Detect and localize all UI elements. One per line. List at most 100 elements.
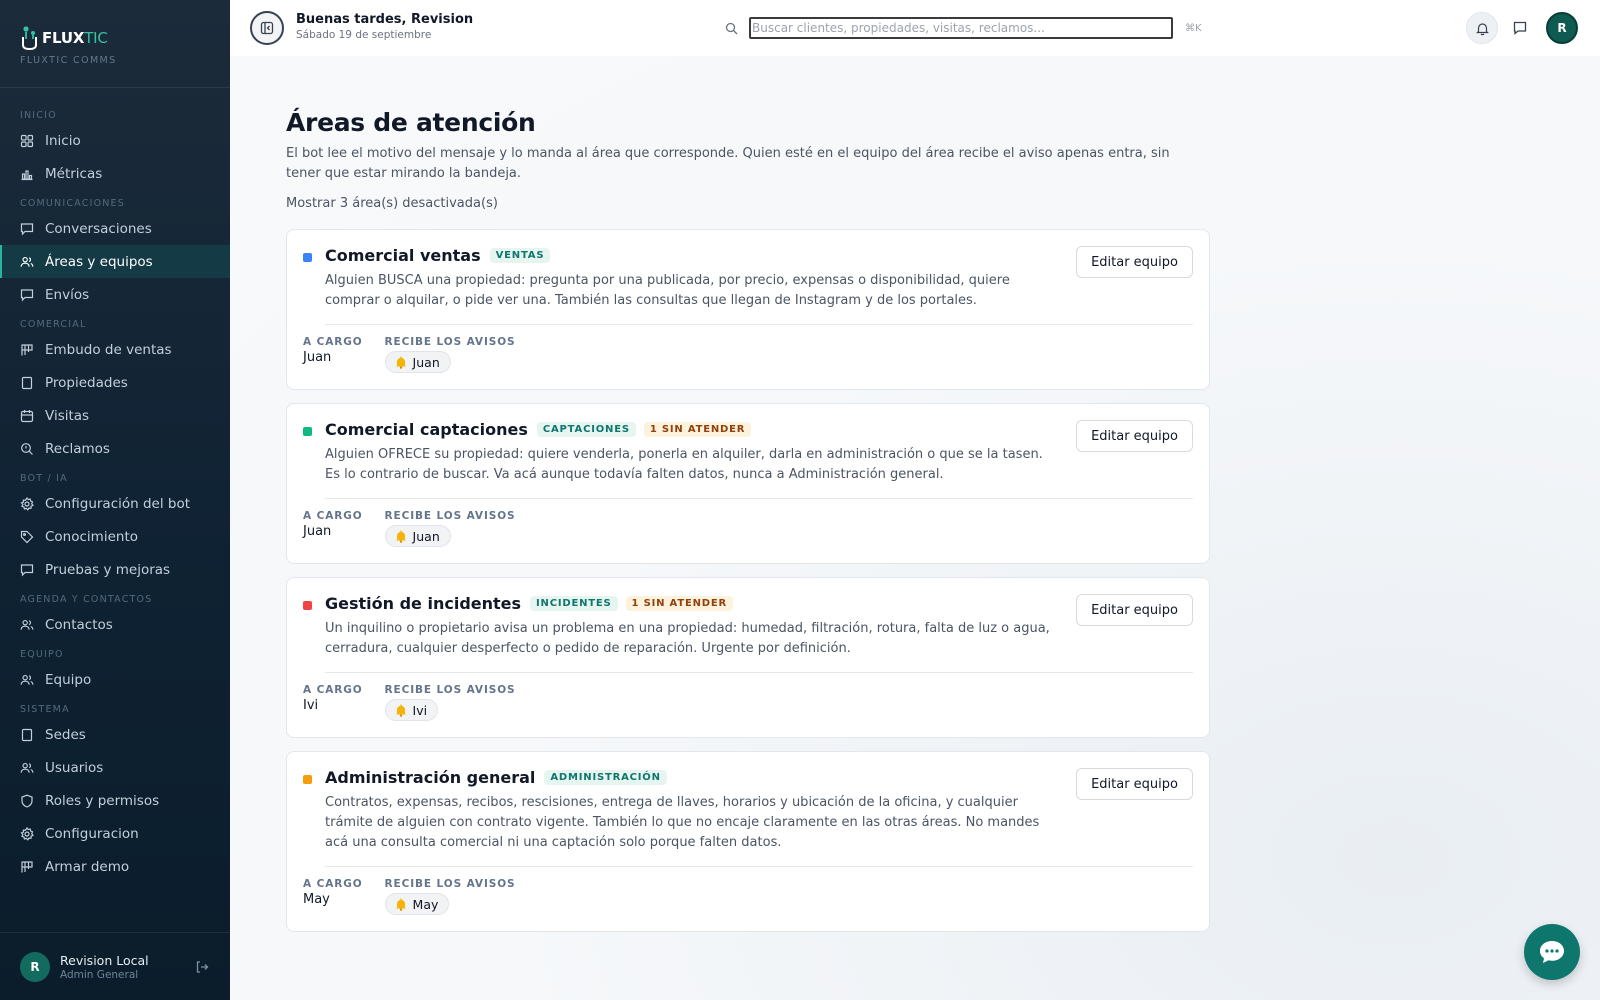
sidebar-item-visitas[interactable]: Visitas — [0, 399, 230, 432]
sidebar-item-label: Reclamos — [45, 440, 110, 457]
sidebar-item-configuracion-del-bot[interactable]: Configuración del bot — [0, 487, 230, 520]
sidebar-item-label: Visitas — [45, 407, 90, 424]
owner-label: A CARGO — [303, 510, 363, 522]
notify-name: May — [412, 896, 439, 912]
edit-team-button[interactable]: Editar equipo — [1076, 420, 1193, 452]
notify-name: Juan — [412, 528, 440, 544]
page-title: Áreas de atención — [286, 108, 536, 137]
area-color-dot — [303, 427, 312, 436]
sidebar-item-armar-demo[interactable]: Armar demo — [0, 850, 230, 883]
area-card: Comercial ventas VENTAS Alguien BUSCA un… — [286, 229, 1210, 390]
card-divider — [325, 498, 1193, 499]
brand: FLUXTIC FLUXTIC COMMS — [0, 0, 230, 88]
area-title: Administración general — [325, 768, 536, 787]
search-input[interactable] — [749, 17, 1173, 39]
page-description: El bot lee el motivo del mensaje y lo ma… — [286, 146, 1170, 181]
sidebar-item-label: Pruebas y mejoras — [45, 561, 171, 578]
edit-team-button[interactable]: Editar equipo — [1076, 246, 1193, 278]
owner-name: Juan — [303, 524, 332, 539]
search-shortcut: ⌘K — [1185, 22, 1202, 34]
sidebar-item-sedes[interactable]: Sedes — [0, 718, 230, 751]
top-actions: R — [1466, 12, 1578, 44]
sidebar-item-metricas[interactable]: Métricas — [0, 157, 230, 190]
chat-fab-button[interactable] — [1524, 924, 1580, 980]
bell-icon — [395, 530, 407, 543]
sidebar-item-embudo-de-ventas[interactable]: Embudo de ventas — [0, 333, 230, 366]
nav-section-label: AGENDA Y CONTACTOS — [20, 594, 153, 605]
search-icon — [725, 20, 741, 36]
owner-label: A CARGO — [303, 336, 363, 348]
sidebar-item-configuracion[interactable]: Configuracion — [0, 817, 230, 850]
avatar[interactable]: R — [1546, 12, 1578, 44]
sidebar-item-roles-y-permisos[interactable]: Roles y permisos — [0, 784, 230, 817]
notify-label: RECIBE LOS AVISOS — [384, 878, 516, 890]
kanban-icon — [20, 343, 34, 357]
sidebar-user: R Revision Local Admin General — [0, 932, 230, 1000]
owner-label: A CARGO — [303, 878, 363, 890]
avatar[interactable]: R — [20, 951, 50, 982]
sidebar-item-pruebas-y-mejoras[interactable]: Pruebas y mejoras — [0, 553, 230, 586]
sidebar-item-reclamos[interactable]: Reclamos — [0, 432, 230, 465]
area-description: Alguien BUSCA una propiedad: pregunta po… — [325, 273, 1010, 308]
card-divider — [325, 672, 1193, 673]
logout-icon[interactable] — [194, 959, 210, 975]
gear-icon — [20, 826, 34, 841]
sidebar-nav: INICIO Inicio Métricas COMUNICACIONES Conver… — [0, 88, 230, 883]
calendar-icon — [20, 409, 34, 423]
brand-name: FLUXTIC — [42, 29, 108, 47]
brand-logo[interactable]: FLUXTIC — [20, 24, 210, 52]
edit-team-button[interactable]: Editar equipo — [1076, 768, 1193, 800]
bell-icon — [395, 704, 407, 717]
bell-icon — [395, 898, 407, 911]
sidebar-item-label: Embudo de ventas — [45, 341, 172, 358]
sidebar-item-conversaciones[interactable]: Conversaciones — [0, 212, 230, 245]
area-tag: CAPTACIONES — [536, 422, 636, 437]
sidebar-item-conocimiento[interactable]: Conocimiento — [0, 520, 230, 553]
areas-list: Comercial ventas VENTAS Alguien BUSCA un… — [286, 229, 1210, 932]
message-icon — [20, 563, 34, 577]
collapse-sidebar-button[interactable] — [250, 11, 284, 45]
search-bar: ⌘K — [715, 13, 1205, 43]
sidebar-item-inicio[interactable]: Inicio — [0, 124, 230, 157]
greeting: Buenas tardes, Revision Sábado 19 de sep… — [296, 12, 473, 41]
sidebar-item-usuarios[interactable]: Usuarios — [0, 751, 230, 784]
search-alert-icon — [20, 442, 34, 456]
message-icon — [1513, 21, 1527, 35]
chat-bubble-icon — [1540, 941, 1564, 963]
notify-chip: Juan — [384, 525, 451, 547]
greeting-title: Buenas tardes, Revision — [296, 12, 474, 27]
user-name: Revision Local — [60, 952, 149, 968]
sidebar-item-label: Configuracion — [45, 825, 139, 842]
users-icon — [20, 761, 34, 775]
show-disabled-toggle[interactable]: Mostrar 3 área(s) desactivada(s) — [286, 196, 498, 211]
sidebar-item-areas-y-equipos[interactable]: Áreas y equipos — [0, 245, 230, 278]
nav-section-label: SISTEMA — [20, 704, 70, 715]
area-color-dot — [303, 775, 312, 784]
grid-icon — [20, 134, 34, 148]
building-icon — [20, 376, 34, 390]
area-title: Comercial ventas — [325, 246, 481, 265]
area-description: Un inquilino o propietario avisa un prob… — [325, 621, 1050, 656]
card-divider — [325, 324, 1193, 325]
bell-icon — [395, 356, 407, 369]
notifications-button[interactable] — [1466, 12, 1498, 44]
notify-label: RECIBE LOS AVISOS — [384, 684, 516, 696]
sidebar-toggle-icon — [260, 21, 274, 35]
users-icon — [20, 255, 34, 269]
messages-button[interactable] — [1504, 12, 1536, 44]
nav-section-label: COMUNICACIONES — [20, 198, 125, 209]
sidebar-item-equipo[interactable]: Equipo — [0, 663, 230, 696]
area-title: Comercial captaciones — [325, 420, 528, 439]
edit-team-button[interactable]: Editar equipo — [1076, 594, 1193, 626]
bell-icon — [1475, 22, 1489, 35]
sidebar-item-label: Armar demo — [45, 858, 130, 875]
sidebar-item-envios[interactable]: Envíos — [0, 278, 230, 311]
notify-label: RECIBE LOS AVISOS — [384, 336, 516, 348]
area-tag: VENTAS — [489, 248, 551, 263]
area-card: Administración general ADMINISTRACIÓN Co… — [286, 751, 1210, 932]
sidebar-item-contactos[interactable]: Contactos — [0, 608, 230, 641]
owner-name: Ivi — [303, 698, 319, 713]
area-color-dot — [303, 601, 312, 610]
unattended-badge: 1 SIN ATENDER — [643, 422, 752, 437]
sidebar-item-propiedades[interactable]: Propiedades — [0, 366, 230, 399]
